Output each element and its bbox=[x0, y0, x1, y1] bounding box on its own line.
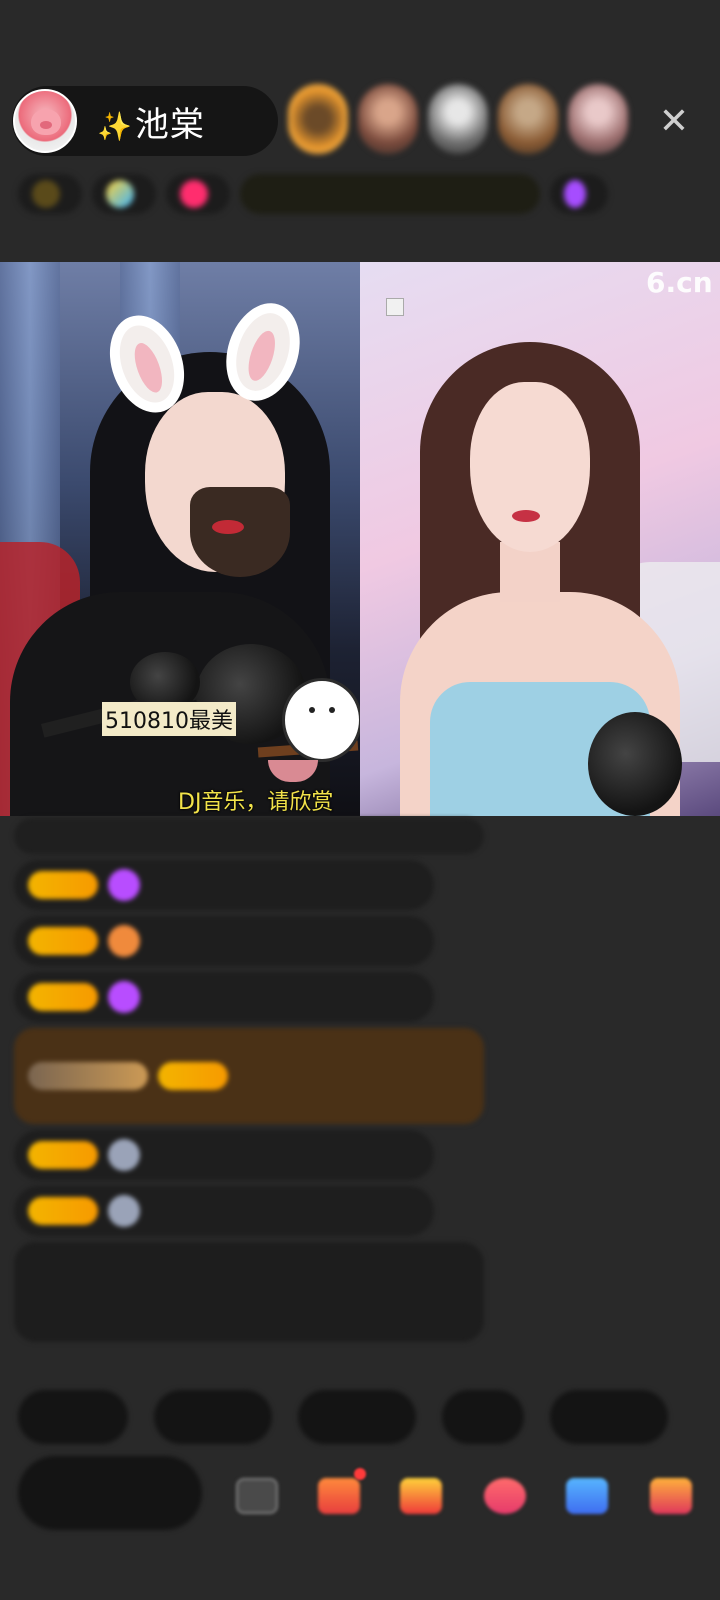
chat-message bbox=[14, 916, 434, 966]
close-icon[interactable]: ✕ bbox=[652, 100, 696, 144]
chat-input[interactable] bbox=[18, 1456, 202, 1530]
level-badge bbox=[28, 1197, 98, 1225]
viewer-avatar[interactable] bbox=[498, 84, 558, 154]
bear-sticker-icon bbox=[282, 678, 362, 762]
host-avatar[interactable] bbox=[13, 89, 77, 153]
room-info-row bbox=[18, 170, 688, 218]
gift-box-icon[interactable] bbox=[318, 1478, 360, 1514]
level-badge bbox=[28, 927, 98, 955]
microphone-icon bbox=[588, 712, 682, 816]
level-badge bbox=[158, 1062, 228, 1090]
game-controller-icon[interactable] bbox=[566, 1478, 608, 1514]
rank-badge[interactable] bbox=[18, 174, 82, 214]
host-name: ✨池棠 bbox=[97, 97, 205, 146]
viewer-avatar[interactable] bbox=[358, 84, 418, 154]
streamer-face bbox=[470, 382, 590, 552]
emoji-icon[interactable] bbox=[236, 1478, 278, 1514]
viewer-avatar[interactable] bbox=[568, 84, 628, 154]
quick-phrase-button[interactable] bbox=[442, 1390, 524, 1444]
notification-dot bbox=[354, 1468, 366, 1480]
quick-phrase-row bbox=[18, 1390, 720, 1444]
beard-filter bbox=[190, 487, 290, 577]
vip-badge bbox=[28, 1062, 148, 1090]
gem-icon bbox=[108, 869, 140, 901]
gift-badge[interactable] bbox=[550, 174, 608, 214]
chat-message bbox=[14, 972, 434, 1022]
bottom-toolbar bbox=[0, 1456, 720, 1536]
host-info-pill[interactable]: ✨池棠 bbox=[12, 86, 278, 156]
viewer-avatar-list bbox=[288, 84, 628, 154]
heart-badge[interactable] bbox=[166, 174, 230, 214]
host-name-text: 池棠 bbox=[134, 104, 205, 145]
quick-phrase-button[interactable] bbox=[154, 1390, 272, 1444]
sparkle-icon: ✨ bbox=[97, 109, 133, 143]
video-feed-right[interactable]: 6.cn bbox=[360, 262, 720, 816]
user-icon bbox=[108, 1139, 140, 1171]
chat-message bbox=[14, 1186, 434, 1236]
viewer-avatar[interactable] bbox=[288, 84, 348, 154]
video-caption: 510810最美 bbox=[102, 702, 236, 736]
site-watermark: 6.cn bbox=[646, 266, 713, 299]
chat-message bbox=[14, 818, 484, 854]
dj-caption: DJ音乐，请欣赏 bbox=[178, 790, 334, 815]
chat-message bbox=[14, 1130, 434, 1180]
quick-phrase-button[interactable] bbox=[298, 1390, 416, 1444]
gem-icon bbox=[108, 981, 140, 1013]
image-icon[interactable] bbox=[386, 298, 404, 316]
chat-message bbox=[14, 860, 434, 910]
level-badge bbox=[28, 871, 98, 899]
gift-icon[interactable] bbox=[650, 1478, 692, 1514]
level-badge bbox=[28, 983, 98, 1011]
user-icon bbox=[108, 1195, 140, 1227]
pig-avatar-icon bbox=[31, 109, 61, 135]
streamer-lips bbox=[212, 520, 244, 534]
red-packet-icon[interactable] bbox=[400, 1478, 442, 1514]
heart-icon[interactable] bbox=[484, 1478, 526, 1514]
fans-badge[interactable] bbox=[92, 174, 156, 214]
viewer-avatar[interactable] bbox=[428, 84, 488, 154]
chat-list[interactable] bbox=[14, 818, 494, 1348]
streamer-lips bbox=[512, 510, 540, 522]
level-badge bbox=[28, 1141, 98, 1169]
activity-badge[interactable] bbox=[240, 174, 540, 214]
gift-message bbox=[14, 1028, 484, 1124]
system-notice bbox=[14, 1242, 484, 1342]
quick-phrase-button[interactable] bbox=[18, 1390, 128, 1444]
quick-phrase-button[interactable] bbox=[550, 1390, 668, 1444]
fox-icon bbox=[108, 925, 140, 957]
